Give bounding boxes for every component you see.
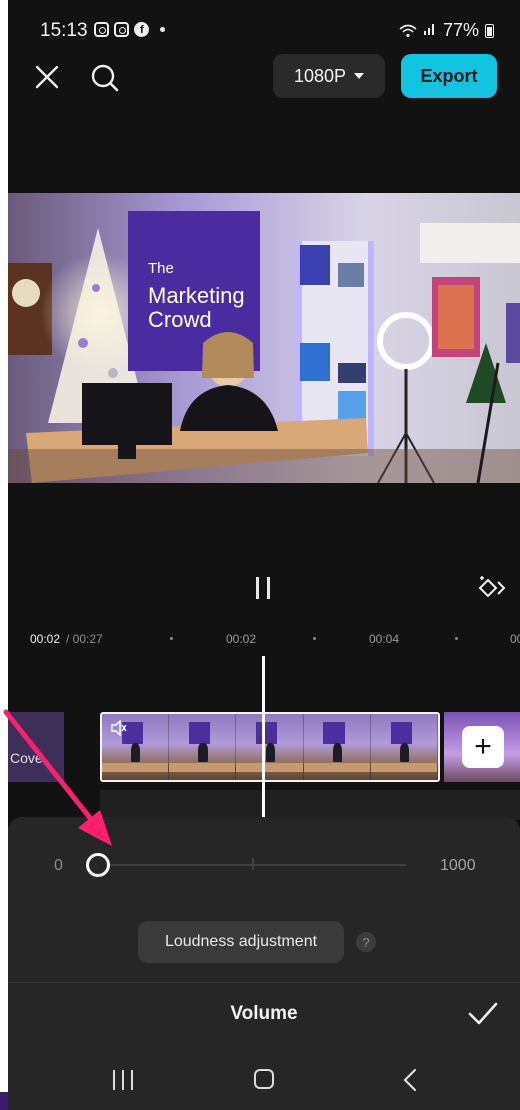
clip-frame (303, 714, 371, 780)
poster-text-3: Crowd (148, 307, 212, 332)
battery-icon (485, 23, 494, 38)
android-nav-bar (8, 1046, 520, 1110)
pause-bar (256, 577, 259, 599)
panel-divider (8, 982, 520, 983)
ruler-tick (313, 637, 316, 640)
volume-slider-handle[interactable] (86, 853, 110, 877)
recents-icon[interactable] (111, 1070, 135, 1090)
ruler-tick (455, 637, 458, 640)
audio-track[interactable] (100, 790, 520, 820)
volume-slider-midmark (252, 858, 254, 870)
panel-title: Volume (230, 1003, 298, 1024)
clip-frame (370, 714, 438, 780)
keyframe-icon[interactable] (474, 574, 508, 602)
video-preview[interactable]: The Marketing Crowd (8, 193, 520, 483)
poster-text-2: Marketing (148, 283, 245, 308)
clip-frame (236, 714, 304, 780)
close-icon[interactable] (34, 64, 60, 90)
status-right: 77% (399, 20, 494, 41)
ruler-tick (170, 637, 173, 640)
ruler-label: 00:02 (226, 632, 257, 646)
video-clip[interactable] (100, 712, 440, 782)
instagram-icon (94, 22, 109, 37)
volume-min-label: 0 (54, 857, 63, 874)
plus-icon[interactable]: + (462, 726, 504, 768)
clip-frame (169, 714, 237, 780)
app-screen: 15:13 f 77% 1080P Export The Marketing C… (8, 0, 520, 1110)
ruler-label: 00 (510, 632, 520, 646)
home-icon[interactable] (254, 1069, 274, 1089)
search-icon[interactable] (90, 63, 120, 93)
loudness-adjustment-button[interactable]: Loudness adjustment (138, 921, 344, 963)
pause-bar (267, 577, 270, 599)
check-icon[interactable] (468, 1001, 498, 1027)
playhead[interactable] (262, 656, 265, 818)
export-button[interactable]: Export (401, 54, 497, 98)
cover-label: Cove (10, 750, 43, 766)
screenshot-margin (0, 0, 8, 1110)
battery-percent: 77% (442, 20, 479, 40)
notification-icons: f (94, 22, 165, 37)
pause-button[interactable] (253, 577, 275, 601)
volume-max-label: 1000 (440, 857, 476, 874)
cover-thumbnail[interactable]: Cove (8, 712, 64, 782)
status-bar: 15:13 f 77% (8, 0, 520, 60)
mute-icon[interactable] (110, 719, 128, 737)
resolution-dropdown[interactable]: 1080P (273, 54, 385, 98)
wifi-icon (399, 24, 417, 38)
total-timecode: / 00:27 (66, 632, 103, 646)
status-time: 15:13 (40, 20, 88, 41)
instagram-icon (114, 22, 129, 37)
poster-text-1: The (148, 260, 174, 277)
resolution-label: 1080P (293, 65, 347, 86)
facebook-icon: f (134, 22, 149, 37)
screenshot-margin-accent (0, 1092, 8, 1110)
timeline-ruler[interactable]: 00:02 / 00:27 00:02 00:04 00 (8, 624, 520, 654)
current-timecode: 00:02 (30, 632, 61, 646)
signal-icon (423, 20, 437, 41)
chevron-down-icon (354, 73, 365, 79)
clip-frames (102, 714, 438, 780)
back-icon[interactable] (402, 1068, 418, 1092)
help-icon[interactable]: ? (356, 932, 376, 952)
more-notifications-dot (160, 27, 165, 32)
video-frame-illustration: The Marketing Crowd (8, 193, 520, 483)
ruler-label: 00:04 (369, 632, 400, 646)
